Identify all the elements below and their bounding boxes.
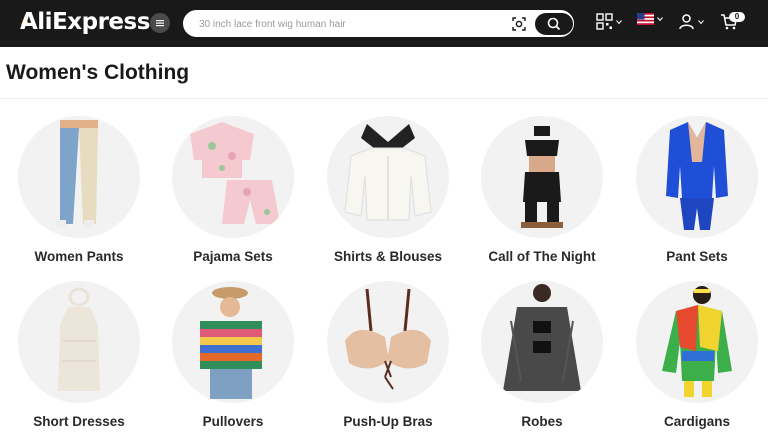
category-label: Pajama Sets bbox=[193, 249, 273, 264]
category-pant-sets[interactable]: Pant Sets bbox=[620, 116, 768, 276]
top-header: AliExpress 30 inch lace front wig human … bbox=[0, 0, 768, 47]
search-input[interactable] bbox=[199, 16, 499, 32]
blue-suit-image bbox=[636, 116, 758, 238]
category-label: Pullovers bbox=[202, 414, 264, 429]
lace-robe-image bbox=[481, 281, 603, 403]
lingerie-set-image bbox=[481, 116, 603, 238]
us-flag-icon bbox=[637, 13, 654, 25]
category-menu-button[interactable] bbox=[150, 13, 170, 33]
account-menu[interactable] bbox=[678, 13, 704, 30]
colorful-cardigan-image bbox=[636, 281, 758, 403]
divider bbox=[0, 98, 768, 99]
chevron-down-icon bbox=[616, 19, 622, 24]
category-push-up-bras[interactable]: Push-Up Bras bbox=[311, 281, 465, 441]
category-label: Cardigans bbox=[663, 414, 731, 429]
chevron-down-icon bbox=[698, 19, 704, 24]
language-country-selector[interactable] bbox=[637, 13, 663, 25]
cart-count-badge: 0 bbox=[729, 12, 745, 22]
search-icon bbox=[547, 17, 561, 31]
pajama-set-image bbox=[172, 116, 294, 238]
category-robes[interactable]: Robes bbox=[465, 281, 619, 441]
category-call-of-the-night[interactable]: Call of The Night bbox=[465, 116, 619, 276]
page-title: Women's Clothing bbox=[6, 61, 190, 84]
qr-code-menu[interactable] bbox=[596, 13, 622, 30]
category-label: Pant Sets bbox=[666, 249, 728, 264]
search-bar bbox=[183, 10, 574, 37]
striped-pullover-image bbox=[172, 281, 294, 403]
category-label: Women Pants bbox=[34, 249, 124, 264]
category-label: Call of The Night bbox=[488, 249, 596, 264]
chevron-down-icon bbox=[657, 17, 663, 22]
user-icon bbox=[679, 14, 694, 30]
image-search-icon[interactable] bbox=[511, 16, 527, 32]
category-label: Shirts & Blouses bbox=[333, 249, 443, 264]
category-cardigans[interactable]: Cardigans bbox=[620, 281, 768, 441]
category-label: Short Dresses bbox=[33, 414, 125, 429]
qr-code-icon bbox=[596, 13, 613, 30]
category-pullovers[interactable]: Pullovers bbox=[156, 281, 310, 441]
women-pants-image bbox=[18, 116, 140, 238]
aliexpress-logo[interactable]: AliExpress bbox=[20, 9, 150, 35]
category-label: Push-Up Bras bbox=[343, 414, 433, 429]
category-women-pants[interactable]: Women Pants bbox=[2, 116, 156, 276]
blouse-image bbox=[327, 116, 449, 238]
category-shirts-blouses[interactable]: Shirts & Blouses bbox=[311, 116, 465, 276]
hamburger-icon bbox=[156, 20, 164, 27]
category-short-dresses[interactable]: Short Dresses bbox=[2, 281, 156, 441]
short-dress-image bbox=[18, 281, 140, 403]
push-up-bra-image bbox=[327, 281, 449, 403]
category-label: Robes bbox=[521, 414, 563, 429]
search-button[interactable] bbox=[535, 13, 573, 35]
category-pajama-sets[interactable]: Pajama Sets bbox=[156, 116, 310, 276]
